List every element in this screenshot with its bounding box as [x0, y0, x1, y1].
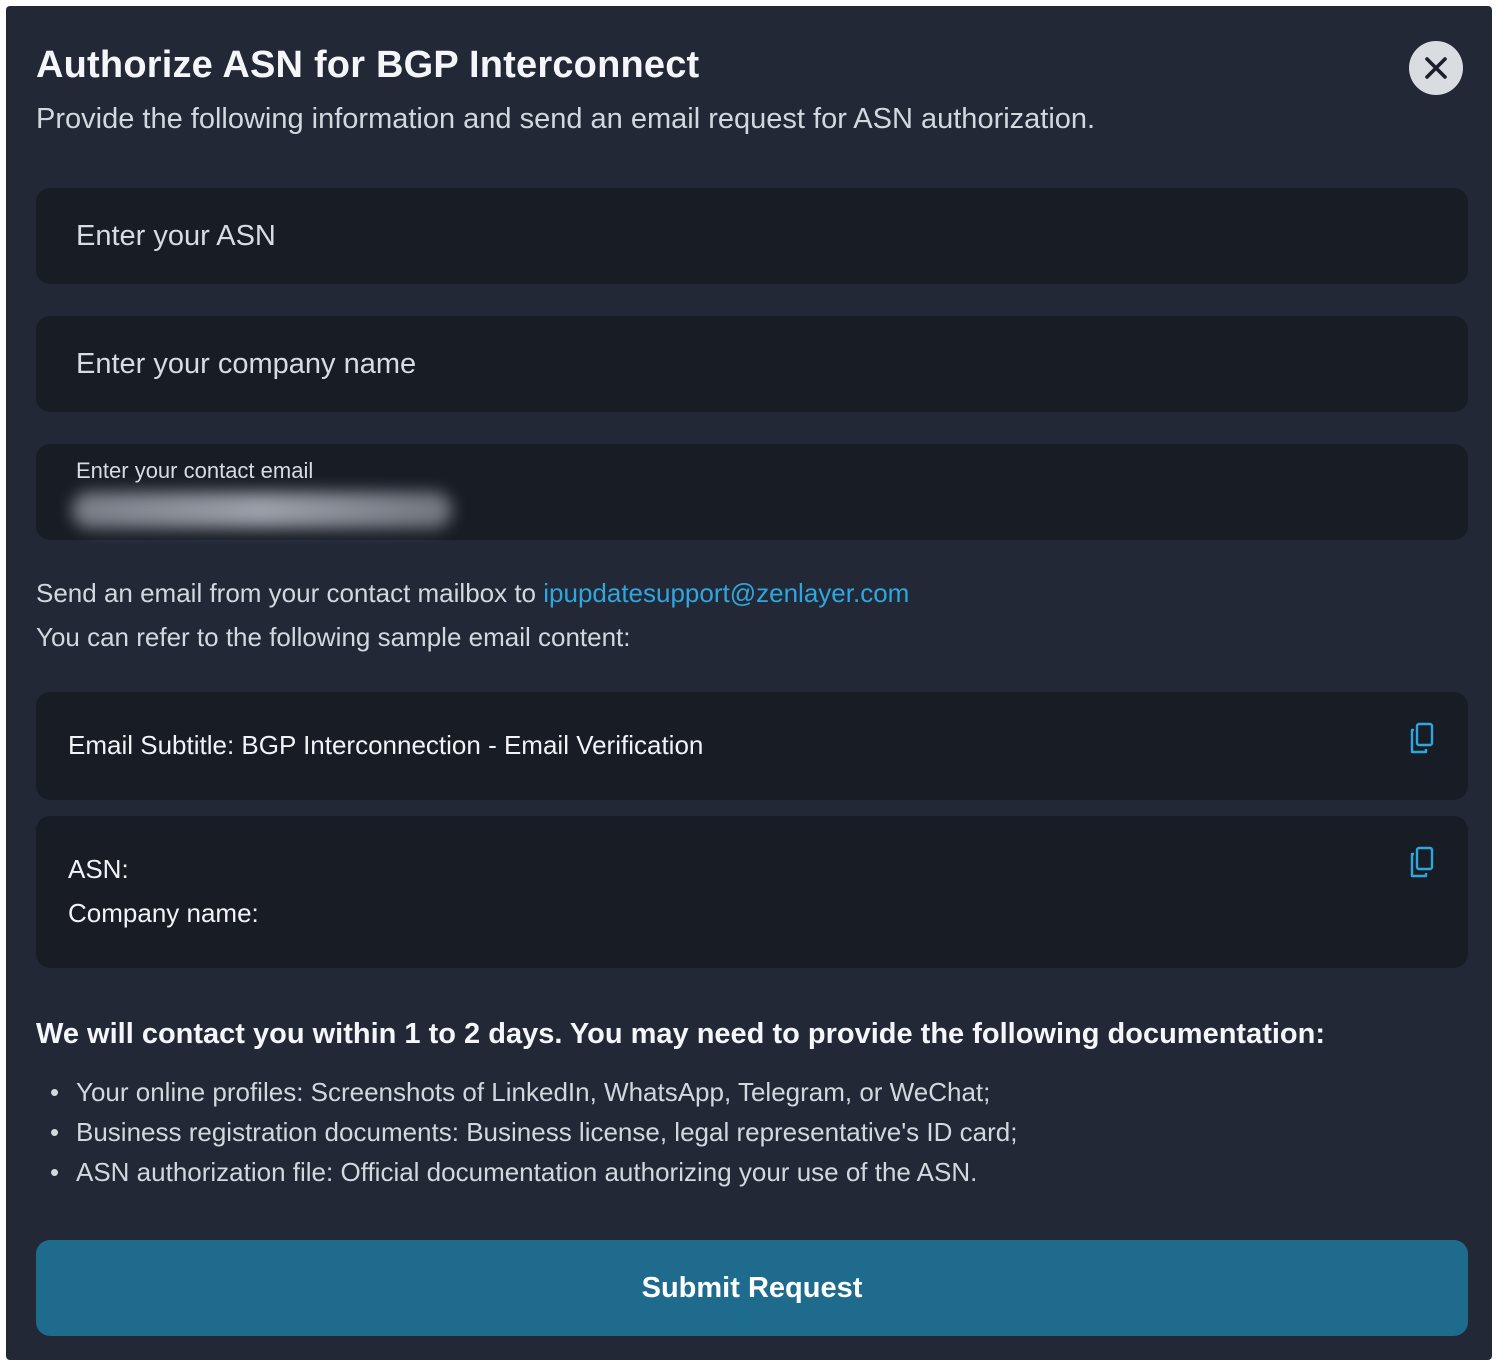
copy-icon[interactable] [1408, 846, 1436, 880]
list-item: • Your online profiles: Screenshots of L… [36, 1072, 1017, 1112]
asn-input[interactable] [36, 188, 1468, 284]
contact-email-field[interactable]: Enter your contact email [36, 444, 1468, 540]
list-item: • ASN authorization file: Official docum… [36, 1152, 1017, 1192]
sample-subject-text: Email Subtitle: BGP Interconnection - Em… [68, 730, 704, 760]
contact-email-value-blurred [72, 492, 452, 528]
contact-notice: We will contact you within 1 to 2 days. … [36, 1018, 1326, 1050]
contact-email-label: Enter your contact email [76, 458, 314, 483]
asn-field-container [36, 188, 1468, 284]
documentation-list: • Your online profiles: Screenshots of L… [36, 1072, 1017, 1192]
bullet: • [50, 1157, 60, 1187]
close-icon [1425, 57, 1447, 79]
dialog-title: Authorize ASN for BGP Interconnect [36, 44, 700, 86]
send-email-prefix: Send an email from your contact mailbox … [36, 578, 544, 608]
sample-subject-box: Email Subtitle: BGP Interconnection - Em… [36, 692, 1468, 800]
refer-sample-text: You can refer to the following sample em… [36, 622, 631, 652]
doc-item-text: Your online profiles: Screenshots of Lin… [76, 1077, 991, 1107]
doc-item-text: Business registration documents: Busines… [76, 1117, 1018, 1147]
authorize-asn-dialog: Authorize ASN for BGP Interconnect Provi… [6, 6, 1492, 1360]
list-item: • Business registration documents: Busin… [36, 1112, 1017, 1152]
support-email-link[interactable]: ipupdatesupport@zenlayer.com [543, 578, 909, 608]
copy-icon[interactable] [1408, 722, 1436, 756]
sample-body-company: Company name: [68, 898, 259, 928]
sample-body-asn: ASN: [68, 854, 129, 884]
bullet: • [50, 1077, 60, 1107]
bullet: • [50, 1117, 60, 1147]
send-email-instruction: Send an email from your contact mailbox … [36, 578, 909, 609]
dialog-subtitle: Provide the following information and se… [36, 103, 1096, 135]
submit-request-button[interactable]: Submit Request [36, 1240, 1468, 1336]
sample-body-box: ASN: Company name: [36, 816, 1468, 968]
company-field-container [36, 316, 1468, 412]
doc-item-text: ASN authorization file: Official documen… [76, 1157, 978, 1187]
company-name-input[interactable] [36, 316, 1468, 412]
close-button[interactable] [1409, 41, 1463, 95]
